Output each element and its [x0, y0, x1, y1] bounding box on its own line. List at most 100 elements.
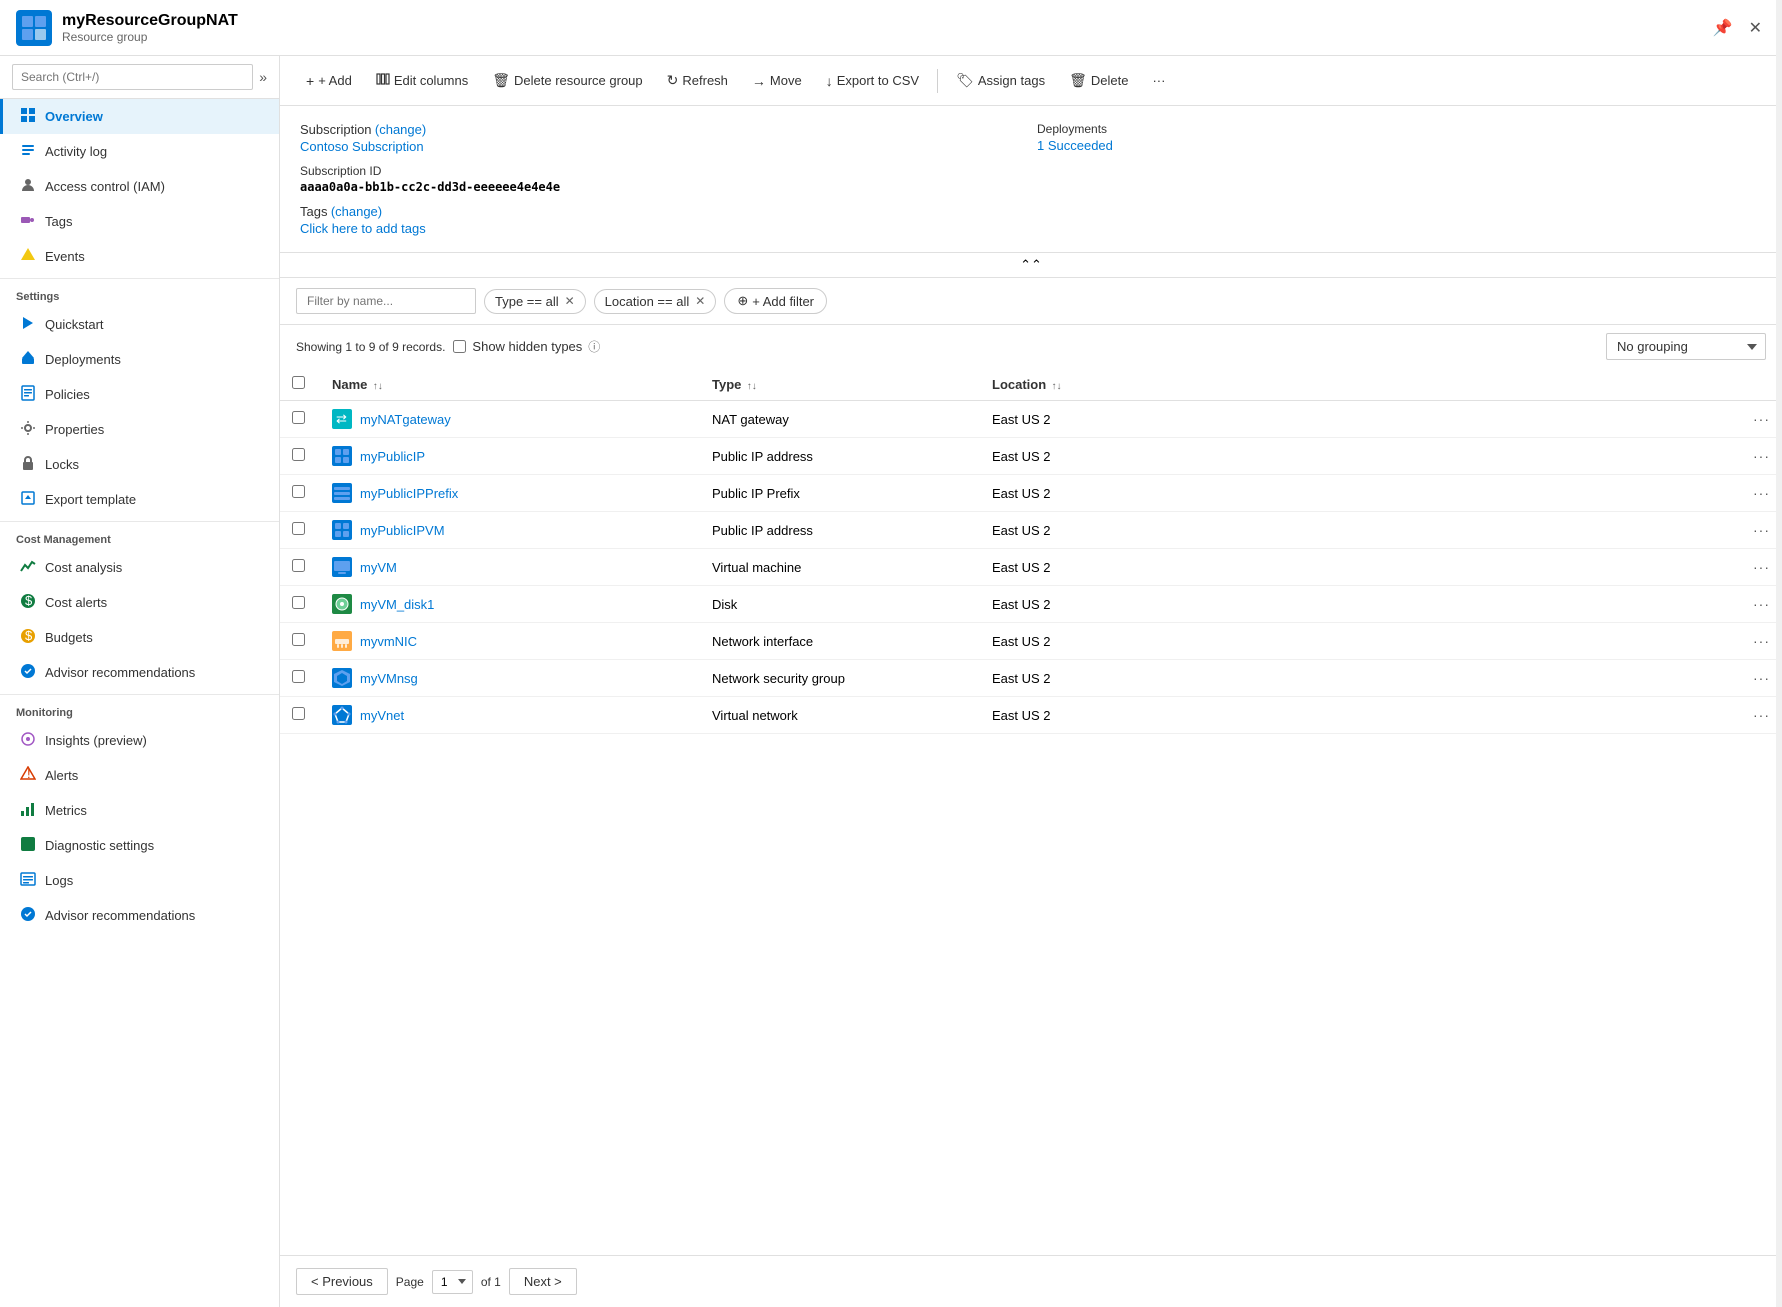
row-more-actions[interactable]: ··· — [1753, 633, 1770, 649]
resource-name-link[interactable]: myVnet — [360, 708, 404, 723]
add-tags-link[interactable]: Click here to add tags — [300, 221, 426, 236]
collapse-row[interactable]: ⌃⌃ — [280, 253, 1782, 278]
export-csv-button[interactable]: ↓ Export to CSV — [816, 67, 929, 95]
add-filter-button[interactable]: ⊕ + Add filter — [724, 288, 827, 314]
sidebar-item-export-template[interactable]: Export template — [0, 482, 279, 517]
sidebar-item-quickstart[interactable]: Quickstart — [0, 307, 279, 342]
row-checkbox-3[interactable] — [292, 522, 305, 535]
tags-change-link[interactable]: (change) — [331, 204, 382, 219]
header-type-col[interactable]: Type ↑↓ — [700, 368, 980, 401]
assign-tags-button[interactable]: 🏷 Assign tags — [946, 66, 1055, 95]
filter-by-name-input[interactable] — [296, 288, 476, 314]
sidebar-item-tags[interactable]: Tags — [0, 204, 279, 239]
row-checkbox-0[interactable] — [292, 411, 305, 424]
header-location-col[interactable]: Location ↑↓ — [980, 368, 1180, 401]
resource-name-link[interactable]: myvmNIC — [360, 634, 417, 649]
row-checkbox-2[interactable] — [292, 485, 305, 498]
row-checkbox-cell — [280, 549, 320, 586]
sidebar-item-activity-log[interactable]: Activity log — [0, 134, 279, 169]
row-more-actions[interactable]: ··· — [1753, 596, 1770, 612]
row-more-actions[interactable]: ··· — [1753, 411, 1770, 427]
sidebar-item-alerts[interactable]: ! Alerts — [0, 758, 279, 793]
location-col-label: Location — [992, 377, 1046, 392]
row-more-actions[interactable]: ··· — [1753, 485, 1770, 501]
sidebar-item-deployments[interactable]: Deployments — [0, 342, 279, 377]
sidebar-item-logs[interactable]: Logs — [0, 863, 279, 898]
sidebar-item-cost-alerts[interactable]: $ Cost alerts — [0, 585, 279, 620]
resource-name-link[interactable]: myNATgateway — [360, 412, 451, 427]
resource-name-link[interactable]: myVM_disk1 — [360, 597, 434, 612]
resource-name-link[interactable]: myVMnsg — [360, 671, 418, 686]
type-filter-remove[interactable]: ✕ — [565, 294, 575, 308]
row-more-actions[interactable]: ··· — [1753, 559, 1770, 575]
table-row: myVM Virtual machine East US 2 ··· — [280, 549, 1782, 586]
resource-name-container: myVM_disk1 — [332, 594, 688, 614]
insights-label: Insights (preview) — [45, 733, 147, 748]
sidebar-item-events[interactable]: Events — [0, 239, 279, 274]
resource-icon — [332, 483, 352, 503]
move-button[interactable]: → Move — [742, 67, 812, 95]
refresh-button[interactable]: ↻ Refresh — [657, 66, 738, 95]
edit-columns-button[interactable]: Edit columns — [366, 66, 478, 95]
sidebar-item-insights[interactable]: Insights (preview) — [0, 723, 279, 758]
add-icon: + — [306, 73, 314, 89]
sidebar-item-policies[interactable]: Policies — [0, 377, 279, 412]
location-filter-remove[interactable]: ✕ — [695, 294, 705, 308]
row-checkbox-5[interactable] — [292, 596, 305, 609]
row-checkbox-1[interactable] — [292, 448, 305, 461]
delete-group-button[interactable]: 🗑 Delete resource group — [482, 66, 652, 95]
subscription-change-link[interactable]: (change) — [375, 122, 426, 137]
close-button[interactable]: ✕ — [1745, 14, 1766, 42]
sidebar-item-budgets[interactable]: $ Budgets — [0, 620, 279, 655]
delete-button[interactable]: 🗑 Delete — [1059, 66, 1138, 95]
resource-name-link[interactable]: myPublicIP — [360, 449, 425, 464]
location-sort-icon[interactable]: ↑↓ — [1052, 381, 1062, 392]
grouping-select[interactable]: No grouping Resource type Location Tag — [1606, 333, 1766, 360]
search-input[interactable] — [12, 64, 253, 90]
row-checkbox-7[interactable] — [292, 670, 305, 683]
subscription-id-section: Subscription ID aaaa0a0a-bb1b-cc2c-dd3d-… — [300, 164, 1025, 194]
next-button[interactable]: Next > — [509, 1268, 577, 1295]
row-more-actions[interactable]: ··· — [1753, 448, 1770, 464]
row-checkbox-6[interactable] — [292, 633, 305, 646]
type-sort-icon[interactable]: ↑↓ — [747, 381, 757, 392]
subscription-name-link[interactable]: Contoso Subscription — [300, 139, 424, 154]
export-template-icon — [19, 490, 37, 509]
row-checkbox-4[interactable] — [292, 559, 305, 572]
resource-name-link[interactable]: myVM — [360, 560, 397, 575]
show-hidden-checkbox[interactable] — [453, 340, 466, 353]
resource-name-link[interactable]: myPublicIPVM — [360, 523, 445, 538]
show-count: Showing 1 to 9 of 9 records. — [296, 340, 445, 354]
header-name-col[interactable]: Name ↑↓ — [320, 368, 700, 401]
name-sort-icon[interactable]: ↑↓ — [373, 381, 383, 392]
row-more-actions[interactable]: ··· — [1753, 522, 1770, 538]
sidebar-item-diagnostic-settings[interactable]: Diagnostic settings — [0, 828, 279, 863]
row-type-cell: Public IP Prefix — [700, 475, 980, 512]
pin-button[interactable]: 📌 — [1709, 14, 1737, 42]
refresh-icon: ↻ — [667, 72, 679, 89]
row-checkbox-8[interactable] — [292, 707, 305, 720]
edit-columns-icon — [376, 72, 390, 89]
sidebar-item-locks[interactable]: Locks — [0, 447, 279, 482]
previous-button[interactable]: < Previous — [296, 1268, 388, 1295]
more-button[interactable]: ··· — [1142, 67, 1175, 94]
sidebar-collapse-button[interactable]: » — [259, 69, 267, 85]
deployments-value-link[interactable]: 1 Succeeded — [1037, 138, 1762, 153]
row-more-actions[interactable]: ··· — [1753, 670, 1770, 686]
row-more-actions[interactable]: ··· — [1753, 707, 1770, 723]
sidebar-item-metrics[interactable]: Metrics — [0, 793, 279, 828]
sidebar-item-iam[interactable]: Access control (IAM) — [0, 169, 279, 204]
advisor-icon — [19, 663, 37, 682]
sidebar-item-overview[interactable]: Overview — [0, 99, 279, 134]
show-hidden-info-icon[interactable]: ⓘ — [588, 338, 600, 355]
row-name-cell: myVMnsg — [320, 660, 700, 697]
sidebar-item-advisor[interactable]: Advisor recommendations — [0, 655, 279, 690]
add-button[interactable]: + + Add — [296, 67, 362, 95]
sidebar-item-cost-analysis[interactable]: Cost analysis — [0, 550, 279, 585]
locks-icon — [19, 455, 37, 474]
sidebar-item-properties[interactable]: Properties — [0, 412, 279, 447]
sidebar-item-advisor2[interactable]: Advisor recommendations — [0, 898, 279, 933]
page-select[interactable]: 1 — [432, 1270, 473, 1294]
select-all-checkbox[interactable] — [292, 376, 305, 389]
resource-name-link[interactable]: myPublicIPPrefix — [360, 486, 458, 501]
